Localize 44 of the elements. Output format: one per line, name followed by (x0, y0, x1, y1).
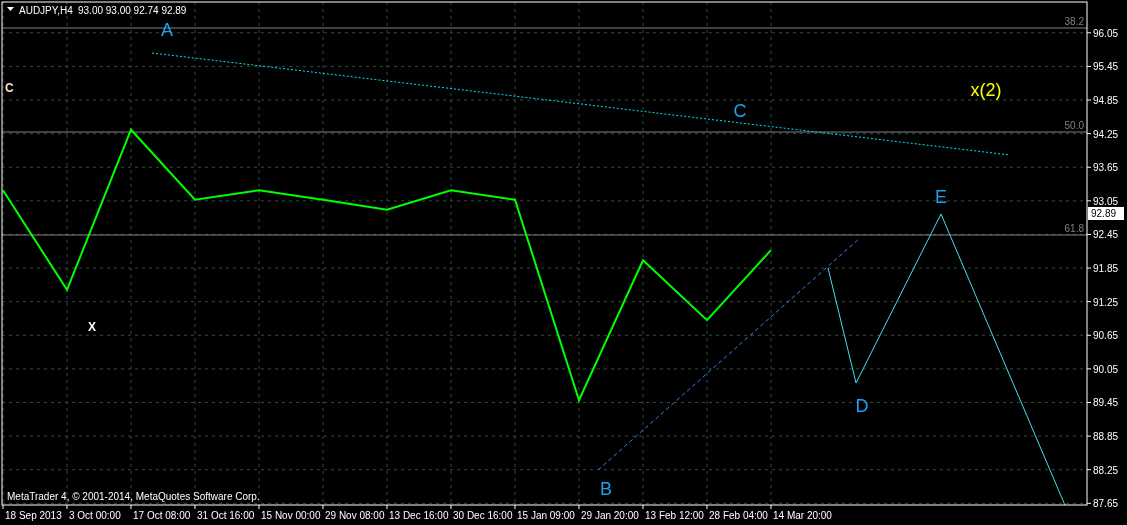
price-quote: 93.00 93.00 92.74 92.89 (78, 5, 187, 16)
axis-label: 13 Feb 12:00 (645, 510, 704, 521)
axis-label: 90.65 (1093, 330, 1119, 342)
axis-label: 17 Oct 08:00 (133, 510, 191, 521)
wave-label: B (600, 479, 612, 499)
fib-level-label: 50.0 (1064, 120, 1084, 131)
axis-label: 30 Dec 16:00 (453, 510, 513, 521)
axis-label: 87.65 (1093, 498, 1119, 510)
axis-label: 31 Oct 16:00 (197, 510, 255, 521)
wave-label: C (5, 81, 14, 95)
axis-label: 90.05 (1093, 363, 1119, 375)
axis-label: 93.65 (1093, 162, 1119, 174)
fib-level-label: 61.8 (1064, 223, 1084, 234)
axis-label: 89.45 (1093, 397, 1119, 409)
axis-label: 13 Dec 16:00 (389, 510, 449, 521)
axis-label: 14 Mar 20:00 (773, 510, 832, 521)
fib-level-label: 38.2 (1064, 16, 1084, 27)
axis-label: 92.45 (1093, 229, 1119, 241)
axis-label: 28 Feb 04:00 (709, 510, 768, 521)
axis-label: 91.85 (1093, 263, 1119, 275)
wave-label: E (935, 187, 947, 207)
axis-label: 18 Sep 2013 (5, 510, 62, 521)
wave-label: C (733, 101, 747, 121)
dropdown-icon[interactable] (7, 7, 14, 11)
wave-label: A (161, 20, 173, 40)
axis-label: 15 Jan 09:00 (517, 510, 575, 521)
copyright-text: MetaTrader 4, © 2001-2014, MetaQuotes Software Corp. (7, 491, 260, 502)
wave-label: D (855, 396, 869, 416)
wave-label: X (88, 320, 96, 334)
wave-label: x(2) (970, 80, 1002, 100)
chart-symbol: AUDJPY,H4 (19, 5, 73, 16)
axis-label: 88.85 (1093, 431, 1119, 443)
axis-label: 91.25 (1093, 296, 1119, 308)
axis-label: 29 Nov 08:00 (325, 510, 385, 521)
axis-label: 93.05 (1093, 195, 1119, 207)
axis-label: 88.25 (1093, 464, 1119, 476)
current-price-label: 92.89 (1088, 207, 1124, 220)
axis-label: 95.45 (1093, 61, 1119, 73)
axis-label: 96.05 (1093, 27, 1119, 39)
axis-label: 15 Nov 00:00 (261, 510, 321, 521)
axis-label: 29 Jan 20:00 (581, 510, 639, 521)
axis-label: 94.85 (1093, 95, 1119, 106)
axis-label: 3 Oct 00:00 (69, 510, 121, 521)
axis-label: 94.25 (1093, 128, 1119, 140)
